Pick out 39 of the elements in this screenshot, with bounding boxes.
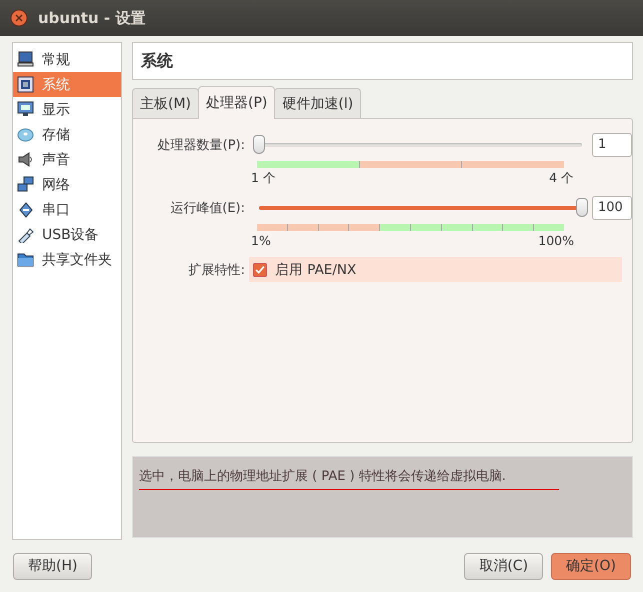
sidebar-item[interactable]: USB设备 [13, 222, 121, 247]
tab[interactable]: 主板(M) [132, 88, 200, 118]
network-icon [17, 176, 34, 193]
monitor-icon [17, 51, 34, 68]
extended-label: 扩展特性: [188, 262, 246, 278]
cancel-button[interactable]: 取消(C) [464, 552, 544, 580]
max-label: 100% [538, 233, 574, 248]
close-button[interactable] [10, 9, 28, 27]
sidebar-item[interactable]: 显示 [13, 97, 121, 122]
max-label: 4 个 [549, 170, 574, 187]
value-field[interactable]: 1 [592, 133, 632, 157]
min-label: 1% [251, 233, 271, 248]
sidebar-item[interactable]: 存储 [13, 122, 121, 147]
speaker-icon [17, 151, 34, 168]
ok-button[interactable]: 确定(O) [551, 552, 631, 580]
help-button[interactable]: 帮助(H) [13, 552, 92, 580]
value-field[interactable]: 100 [592, 196, 632, 220]
window-title: ubuntu - 设置 [38, 8, 146, 28]
slider-thumb[interactable] [576, 198, 588, 217]
sidebar-item[interactable]: 网络 [13, 172, 121, 197]
slider-label: 处理器数量(P): [156, 137, 246, 154]
sidebar-item[interactable]: 声音 [13, 147, 121, 172]
display-icon [17, 101, 34, 118]
description-text: 选中，电脑上的物理地址扩展 ( PAE ) 特性将会传递给虚拟电脑. [139, 468, 506, 485]
folder-icon [17, 251, 34, 268]
usb-stick-icon [17, 226, 34, 243]
page-title: 系统 [132, 42, 633, 80]
checkbox[interactable] [253, 262, 267, 276]
slider-thumb[interactable] [253, 135, 265, 154]
tab[interactable]: 处理器(P) [198, 86, 276, 119]
min-label: 1 个 [251, 170, 276, 187]
chip-icon [17, 76, 34, 93]
slider-label: 运行峰值(E): [169, 200, 246, 217]
sidebar-item[interactable]: 共享文件夹 [13, 247, 121, 272]
sidebar-item[interactable]: 常规 [13, 47, 121, 72]
tab[interactable]: 硬件加速(l) [274, 88, 362, 118]
sidebar-item[interactable]: 串口 [13, 197, 121, 222]
disc-icon [17, 126, 34, 143]
pae-checkbox-row[interactable]: 启用 PAE/NX [249, 257, 622, 282]
